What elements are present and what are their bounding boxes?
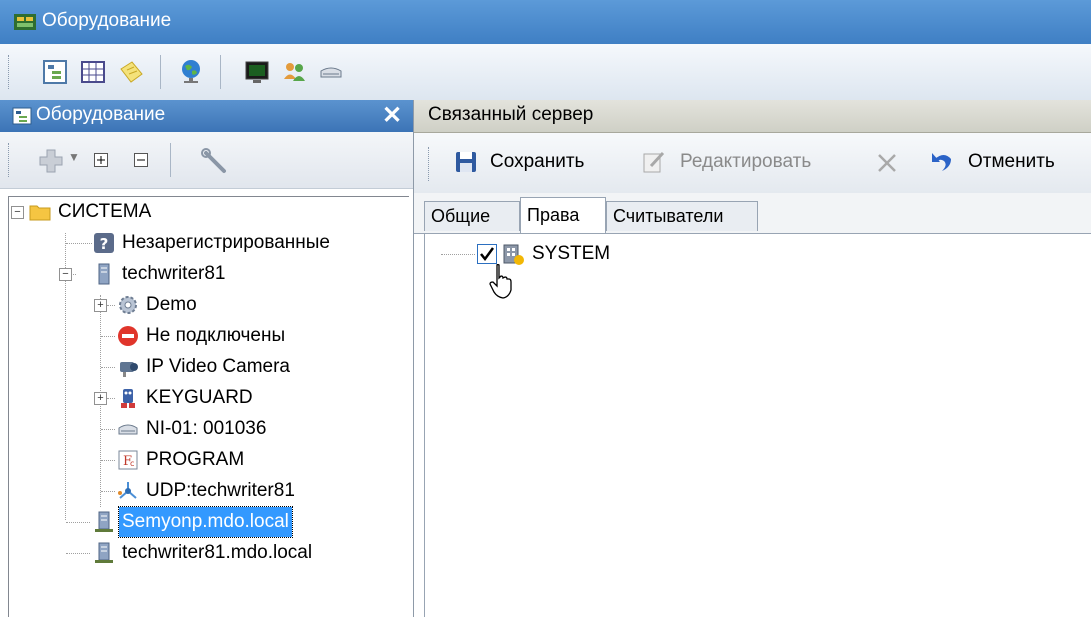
network-icon [118, 482, 137, 499]
equipment-panel: Оборудование ✕ ▼ − СИСТЕМА ? Незарегистр… [0, 100, 414, 617]
users-icon[interactable] [282, 59, 308, 85]
tree-node-linked-server[interactable]: techwriter81.mdo.local [9, 538, 399, 568]
main-toolbar [0, 44, 1091, 101]
toolbar-separator [220, 55, 221, 89]
delete-icon[interactable] [876, 152, 898, 174]
panel-title: Связанный сервер [428, 104, 594, 125]
wrench-icon[interactable] [200, 147, 228, 175]
server-icon [95, 542, 113, 563]
stop-icon [118, 326, 138, 346]
tab-label: Права [527, 205, 580, 225]
toolbar-grip[interactable] [8, 55, 12, 89]
tab-strip: Общие Права Считыватели [414, 193, 1091, 234]
device-icon [118, 424, 138, 435]
expand-toggle[interactable]: + [94, 392, 107, 405]
edit-label: Редактировать [680, 151, 812, 172]
server-icon [95, 511, 113, 532]
tree-node-label: Demo [146, 294, 197, 315]
device-icon[interactable] [318, 59, 344, 85]
tree-node-label: IP Video Camera [146, 356, 290, 377]
tree-node-label: Незарегистрированные [122, 232, 330, 253]
tree-node-label: UDP:techwriter81 [146, 480, 295, 501]
tab-rights[interactable]: Права [520, 197, 606, 233]
tree-node-root[interactable]: − СИСТЕМА [9, 197, 399, 227]
toolbar-separator [170, 143, 171, 177]
folder-icon [29, 205, 51, 221]
tree-node-label: NI-01: 001036 [146, 418, 267, 439]
tab-readers[interactable]: Считыватели [606, 201, 758, 231]
equipment-tree: − СИСТЕМА ? Незарегистрированные − techw… [8, 196, 409, 617]
tree-node-linked-server-selected[interactable]: Semyonp.mdo.local [9, 506, 399, 538]
tree-node-camera[interactable]: IP Video Camera [9, 352, 399, 382]
monitor-icon[interactable] [244, 59, 270, 85]
tree-node-label: techwriter81 [122, 263, 226, 284]
linked-server-panel: Связанный сервер Сохранить Редактировать… [414, 100, 1091, 617]
tree-node-label: PROGRAM [146, 449, 245, 470]
expand-toggle[interactable]: + [94, 299, 107, 312]
globe-icon[interactable] [178, 58, 204, 84]
notes-icon[interactable] [118, 59, 144, 85]
linked-server-header: Связанный сервер [414, 100, 1091, 133]
linked-server-toolbar: Сохранить Редактировать Отменить [414, 133, 1091, 193]
tree-node-udp[interactable]: UDP:techwriter81 [9, 476, 399, 506]
cancel-label: Отменить [968, 151, 1055, 172]
expand-all-icon[interactable] [94, 153, 108, 167]
tab-general[interactable]: Общие [424, 201, 520, 231]
add-icon[interactable] [38, 148, 64, 174]
cancel-button[interactable]: Отменить [926, 147, 1091, 177]
edit-button[interactable]: Редактировать [642, 147, 864, 177]
question-icon: ? [94, 233, 114, 253]
tree-node-server[interactable]: − techwriter81 [9, 259, 399, 289]
program-icon: F c [118, 450, 138, 470]
app-icon [14, 14, 36, 30]
tree-node-label: techwriter81.mdo.local [122, 542, 313, 563]
equipment-panel-toolbar: ▼ [0, 132, 413, 189]
tree-node-not-connected[interactable]: Не подключены [9, 321, 399, 351]
save-button[interactable]: Сохранить [452, 147, 632, 177]
collapse-all-icon[interactable] [134, 153, 148, 167]
tree-node-unregistered[interactable]: ? Незарегистрированные [9, 228, 399, 258]
toolbar-grip[interactable] [8, 143, 12, 177]
tab-label: Считыватели [613, 206, 724, 226]
tree-node-label: Не подключены [146, 325, 286, 346]
equipment-panel-header: Оборудование ✕ [0, 100, 413, 132]
keyguard-icon [121, 389, 135, 408]
building-icon [503, 244, 524, 265]
tree-node-keyguard[interactable]: + KEYGUARD [9, 383, 399, 413]
save-label: Сохранить [490, 151, 585, 172]
tab-label: Общие [431, 206, 491, 226]
svg-text:c: c [130, 459, 134, 468]
rights-tree: SYSTEM [424, 234, 1091, 617]
tree-node-demo[interactable]: + Demo [9, 290, 399, 320]
window-title-bar: Оборудование [0, 0, 1091, 44]
tree-view-icon [12, 107, 32, 125]
close-icon[interactable]: ✕ [382, 101, 402, 130]
camera-icon [120, 362, 138, 377]
tree-view-icon[interactable] [42, 59, 68, 85]
equipment-panel-title: Оборудование [36, 104, 166, 125]
toolbar-grip[interactable] [428, 147, 432, 181]
rights-tree-label: SYSTEM [532, 243, 611, 264]
edit-icon [643, 151, 665, 173]
save-icon [456, 152, 476, 172]
svg-text:?: ? [100, 235, 109, 253]
tree-node-label: Semyonp.mdo.local [118, 506, 293, 538]
collapse-toggle[interactable]: − [11, 206, 24, 219]
undo-icon [932, 153, 951, 171]
tree-node-label: KEYGUARD [146, 387, 253, 408]
tree-node-label: СИСТЕМА [58, 201, 152, 222]
server-icon [98, 263, 110, 285]
mouse-cursor-icon [489, 264, 512, 299]
gear-icon [119, 296, 137, 314]
window-title: Оборудование [42, 10, 172, 31]
grid-icon[interactable] [80, 59, 106, 85]
tree-node-program[interactable]: F c PROGRAM [9, 445, 399, 475]
collapse-toggle[interactable]: − [59, 268, 72, 281]
permission-checkbox[interactable] [477, 244, 497, 264]
toolbar-separator [160, 55, 161, 89]
tree-node-ni[interactable]: NI-01: 001036 [9, 414, 399, 444]
chevron-down-icon[interactable]: ▼ [68, 150, 80, 164]
rights-tree-item[interactable]: SYSTEM [425, 239, 825, 269]
